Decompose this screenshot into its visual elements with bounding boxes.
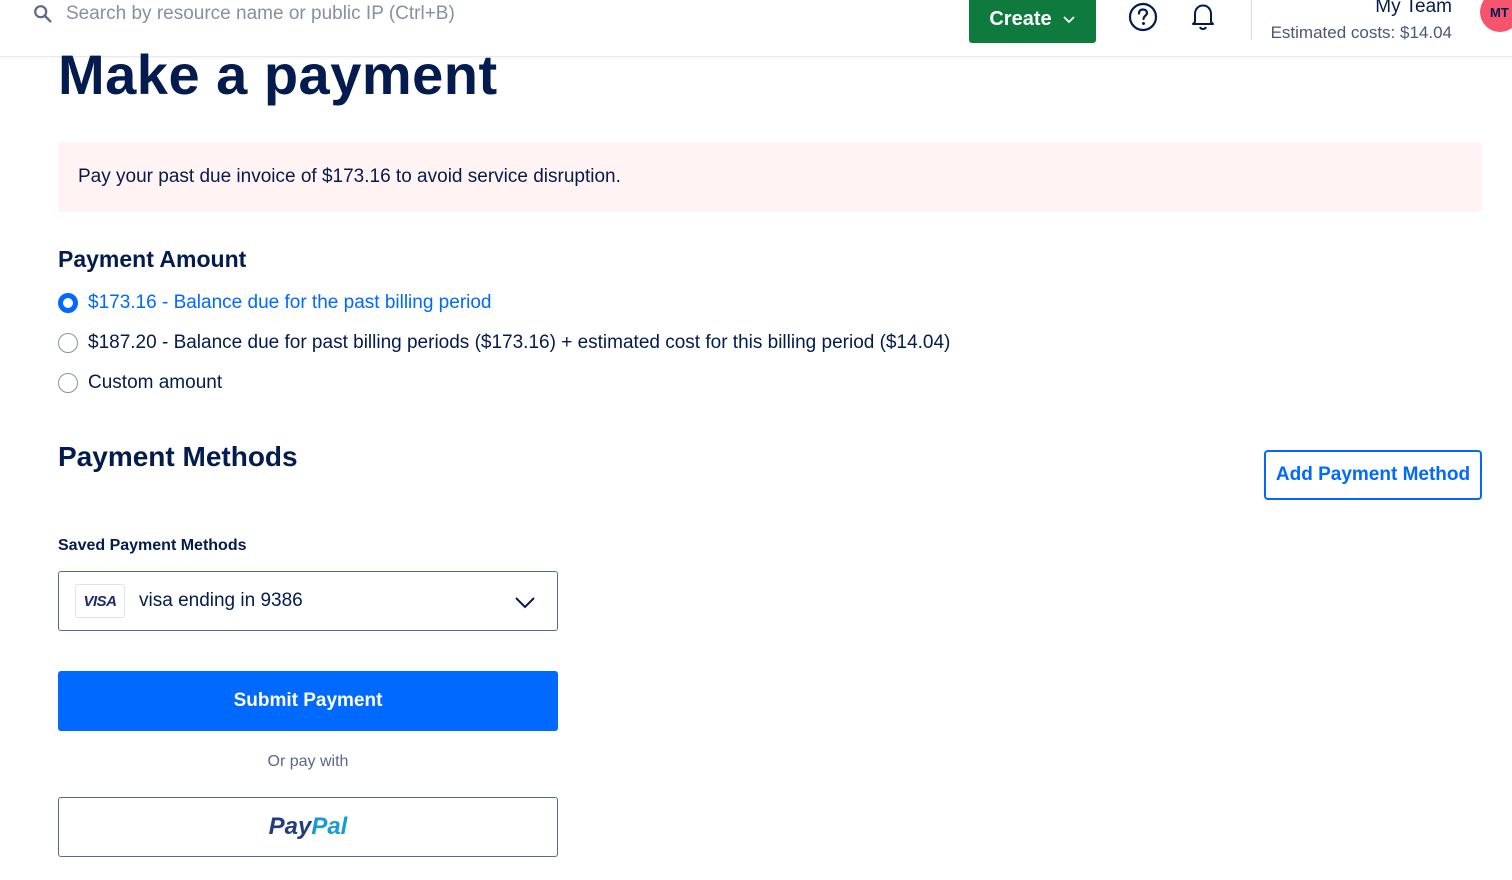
header-divider xyxy=(1251,0,1252,40)
option-label: $187.20 - Balance due for past billing p… xyxy=(88,332,951,353)
selected-payment-method: visa ending in 9386 xyxy=(139,590,303,611)
radio-button[interactable] xyxy=(58,373,78,393)
chevron-down-icon xyxy=(515,597,535,609)
add-payment-method-button[interactable]: Add Payment Method xyxy=(1264,450,1482,500)
payment-methods-heading: Payment Methods xyxy=(58,441,298,472)
notification-bell-icon[interactable] xyxy=(1187,0,1219,32)
paypal-logo-pay: Pay xyxy=(268,813,312,840)
payment-amount-heading: Payment Amount xyxy=(58,246,247,272)
avatar[interactable]: MT xyxy=(1480,0,1512,32)
alert-text: Pay your past due invoice of $173.16 to … xyxy=(78,166,621,187)
visa-card-icon: VISA xyxy=(75,584,125,618)
saved-payment-method-select[interactable]: VISA visa ending in 9386 xyxy=(58,571,558,631)
payment-amount-option-custom[interactable]: Custom amount xyxy=(58,372,222,394)
option-label: Custom amount xyxy=(88,372,223,393)
paypal-logo: PayPal xyxy=(269,813,348,841)
past-due-alert: Pay your past due invoice of $173.16 to … xyxy=(58,142,1482,212)
saved-payment-methods-label: Saved Payment Methods xyxy=(58,537,247,554)
radio-button-checked[interactable] xyxy=(58,293,78,313)
estimated-costs: Estimated costs: $14.04 xyxy=(1270,23,1452,42)
or-pay-with-label: Or pay with xyxy=(267,753,349,770)
radio-button[interactable] xyxy=(58,333,78,353)
create-button-label: Create xyxy=(989,8,1052,30)
payment-amount-option-total-balance[interactable]: $187.20 - Balance due for past billing p… xyxy=(58,332,950,354)
search-input[interactable] xyxy=(66,1,526,27)
option-label: $173.16 - Balance due for the past billi… xyxy=(88,292,492,313)
submit-payment-button[interactable]: Submit Payment xyxy=(58,671,558,731)
team-name[interactable]: My Team xyxy=(1375,0,1452,18)
page-title: Make a payment xyxy=(58,43,498,106)
paypal-logo-pal: Pal xyxy=(311,813,348,840)
paypal-button[interactable]: PayPal xyxy=(58,797,558,857)
search-bar xyxy=(32,0,526,28)
help-icon[interactable] xyxy=(1127,1,1159,33)
payment-amount-option-past-balance[interactable]: $173.16 - Balance due for the past billi… xyxy=(58,292,492,314)
chevron-down-icon xyxy=(1062,15,1075,23)
create-button[interactable]: Create xyxy=(969,0,1096,43)
search-icon xyxy=(34,5,52,23)
